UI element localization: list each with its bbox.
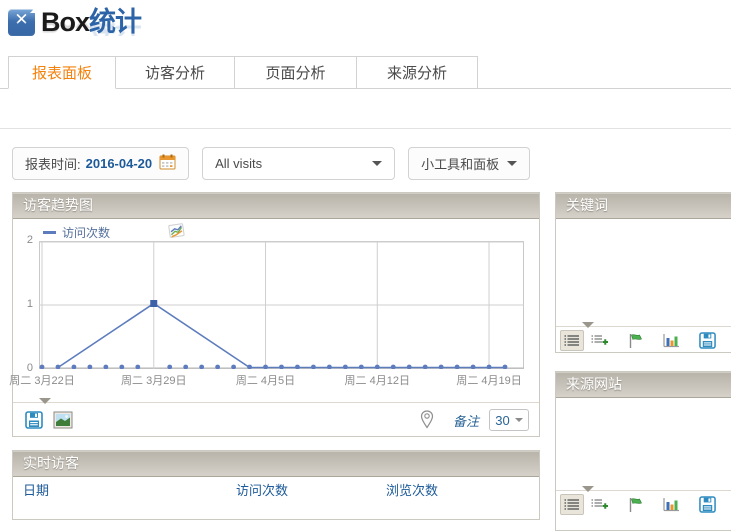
table-view-icon[interactable] [560, 330, 584, 351]
column-pageviews[interactable]: 浏览次数 [386, 480, 438, 499]
app-title-en: Box [41, 7, 89, 37]
app-title-cn: 统计 [89, 7, 141, 37]
tab-source-analysis[interactable]: 来源分析 [357, 56, 478, 89]
chevron-down-icon [515, 418, 523, 422]
x-cross-icon: ✕ [8, 9, 35, 36]
chevron-down-icon [372, 161, 382, 166]
export-icon[interactable] [695, 330, 719, 351]
goal-flag-icon[interactable] [623, 330, 647, 351]
row-limit-value: 30 [495, 413, 509, 428]
chart-footer-right: 备注 30 [416, 409, 529, 431]
legend-line-swatch [43, 231, 56, 234]
widget-footer [556, 491, 731, 518]
segment-selected-label: All visits [215, 156, 262, 171]
report-date-value: 2016-04-20 [86, 156, 153, 171]
widget-title: 来源网站 [556, 372, 731, 398]
bar-chart-icon[interactable] [659, 330, 683, 351]
realtime-visitors-widget: 实时访客 日期 访问次数 浏览次数 [12, 450, 540, 520]
table-more-icon[interactable] [587, 330, 611, 351]
annotations-link[interactable]: 备注 [453, 411, 479, 430]
map-pin-icon[interactable] [416, 410, 438, 430]
widget-title: 关键词 [556, 193, 731, 219]
chevron-down-icon [507, 161, 517, 166]
calendar-icon [159, 154, 176, 173]
image-chart-icon[interactable] [168, 223, 186, 242]
y-axis-tick-label: 1 [17, 298, 33, 310]
trend-chart-svg[interactable] [39, 241, 524, 369]
column-visits[interactable]: 访问次数 [236, 480, 386, 499]
collapse-handle-icon[interactable] [582, 322, 594, 328]
segment-selector[interactable]: All visits [202, 147, 395, 180]
widgets-button-label: 小工具和面板 [421, 154, 499, 173]
column-date[interactable]: 日期 [23, 480, 236, 499]
x-axis-tick-label: 周二 4月19日 [456, 372, 521, 388]
legend-label: 访问次数 [62, 224, 110, 241]
main-tabbar: 报表面板 访客分析 页面分析 来源分析 [0, 55, 731, 89]
report-time-label: 报表时间: [25, 154, 81, 173]
chart-footer-separator [13, 402, 539, 403]
visitor-trend-widget: 访客趋势图 访问次数 210 周二 3月22日周二 3月29日周二 4月5日周二… [12, 192, 540, 437]
widget-footer-separator [556, 326, 731, 327]
keywords-widget: 关键词 [555, 192, 731, 353]
keywords-empty-body [556, 219, 731, 326]
widget-footer [556, 327, 731, 354]
row-limit-select[interactable]: 30 [489, 409, 529, 431]
tab-page-analysis[interactable]: 页面分析 [235, 56, 357, 89]
app-logo: ✕ Box统计 [8, 5, 141, 39]
report-date-selector[interactable]: 报表时间: 2016-04-20 [12, 147, 189, 180]
filter-row: 报表时间: 2016-04-20 All visits 小工具和面板 [12, 147, 530, 180]
y-axis-tick-label: 2 [17, 234, 33, 246]
image-export-icon[interactable] [52, 410, 74, 430]
export-icon[interactable] [23, 410, 45, 430]
table-view-icon[interactable] [560, 494, 584, 515]
widgets-and-dashboard-button[interactable]: 小工具和面板 [408, 147, 530, 180]
trend-chart: 访问次数 210 周二 3月22日周二 3月29日周二 4月5日周二 4月12日… [13, 219, 539, 402]
tab-report-dashboard[interactable]: 报表面板 [8, 56, 116, 89]
realtime-table-header: 日期 访问次数 浏览次数 [13, 477, 539, 501]
bar-chart-icon[interactable] [659, 494, 683, 515]
chart-legend: 访问次数 [43, 223, 186, 242]
x-axis-tick-label: 周二 3月22日 [9, 372, 74, 388]
widget-title: 实时访客 [13, 451, 539, 477]
export-icon[interactable] [695, 494, 719, 515]
app-title: Box统计 [41, 9, 141, 36]
table-more-icon[interactable] [587, 494, 611, 515]
collapse-handle-icon[interactable] [39, 398, 51, 404]
goal-flag-icon[interactable] [623, 494, 647, 515]
sub-toolbar [0, 89, 731, 129]
x-axis-tick-label: 周二 4月12日 [345, 372, 410, 388]
referrers-empty-body [556, 398, 731, 490]
collapse-handle-icon[interactable] [582, 486, 594, 492]
tab-visitor-analysis[interactable]: 访客分析 [116, 56, 235, 89]
referrer-sites-widget: 来源网站 [555, 371, 731, 531]
chart-footer: 备注 30 [13, 403, 539, 437]
widget-footer-separator [556, 490, 731, 491]
x-axis-tick-label: 周二 3月29日 [121, 372, 186, 388]
x-axis-tick-label: 周二 4月5日 [236, 372, 295, 388]
widget-title: 访客趋势图 [13, 193, 539, 219]
